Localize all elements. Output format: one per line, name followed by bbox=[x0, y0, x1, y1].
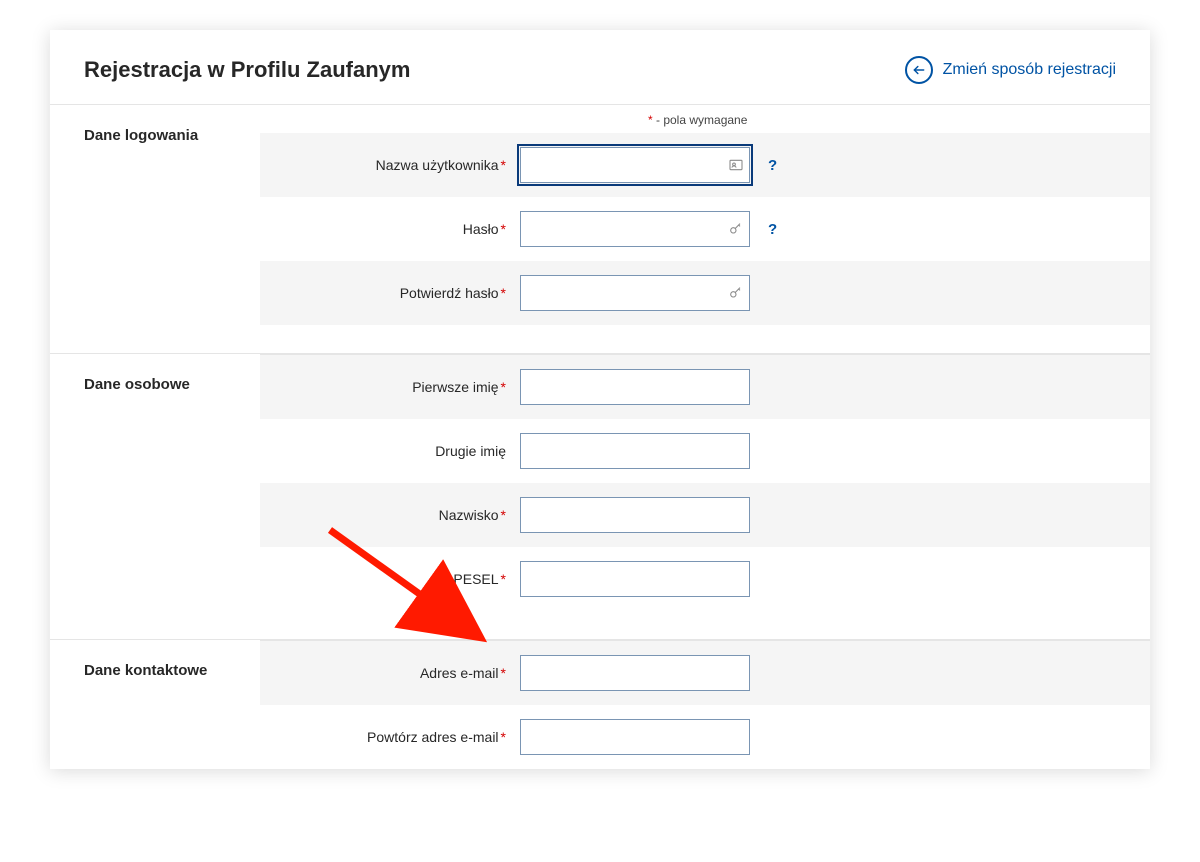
confirm-password-input[interactable] bbox=[520, 275, 750, 311]
row-password: Hasło* ? bbox=[260, 197, 1150, 261]
contact-card-icon bbox=[728, 157, 744, 173]
label-password: Hasło* bbox=[280, 221, 520, 237]
pesel-input[interactable] bbox=[520, 561, 750, 597]
key-icon bbox=[728, 221, 744, 237]
row-pesel: PESEL* bbox=[260, 547, 1150, 611]
section-contact-title: Dane kontaktowe bbox=[50, 639, 260, 769]
section-login-title: Dane logowania bbox=[50, 104, 260, 353]
registration-panel: Rejestracja w Profilu Zaufanym Zmień spo… bbox=[50, 30, 1150, 769]
label-email-repeat: Powtórz adres e-mail* bbox=[280, 729, 520, 745]
change-registration-method-link[interactable]: Zmień sposób rejestracji bbox=[905, 56, 1116, 84]
email-repeat-input[interactable] bbox=[520, 719, 750, 755]
required-fields-note: * - pola wymagane bbox=[260, 104, 1150, 133]
label-email: Adres e-mail* bbox=[280, 665, 520, 681]
section-contact-body: Adres e-mail* Powtórz adres e-mail* bbox=[260, 640, 1150, 769]
section-personal: Dane osobowe Pierwsze imię* Drugie imię bbox=[50, 353, 1150, 639]
header-row: Rejestracja w Profilu Zaufanym Zmień spo… bbox=[50, 30, 1150, 104]
row-first-name: Pierwsze imię* bbox=[260, 355, 1150, 419]
change-method-label: Zmień sposób rejestracji bbox=[943, 61, 1116, 79]
label-surname: Nazwisko* bbox=[280, 507, 520, 523]
page-title: Rejestracja w Profilu Zaufanym bbox=[84, 57, 410, 83]
row-confirm-password: Potwierdź hasło* bbox=[260, 261, 1150, 325]
label-confirm-password: Potwierdź hasło* bbox=[280, 285, 520, 301]
section-personal-title: Dane osobowe bbox=[50, 353, 260, 639]
section-personal-body: Pierwsze imię* Drugie imię Nazwisko* bbox=[260, 354, 1150, 639]
section-login-body: * - pola wymagane Nazwa użytkownika* bbox=[260, 105, 1150, 353]
password-input[interactable] bbox=[520, 211, 750, 247]
row-username: Nazwa użytkownika* ? bbox=[260, 133, 1150, 197]
first-name-input[interactable] bbox=[520, 369, 750, 405]
label-username: Nazwa użytkownika* bbox=[280, 157, 520, 173]
label-second-name: Drugie imię bbox=[280, 443, 520, 459]
row-surname: Nazwisko* bbox=[260, 483, 1150, 547]
row-email: Adres e-mail* bbox=[260, 641, 1150, 705]
username-input[interactable] bbox=[520, 147, 750, 183]
surname-input[interactable] bbox=[520, 497, 750, 533]
section-contact: Dane kontaktowe Adres e-mail* Powtórz ad… bbox=[50, 639, 1150, 769]
label-pesel: PESEL* bbox=[280, 571, 520, 587]
help-username[interactable]: ? bbox=[768, 157, 777, 174]
help-password[interactable]: ? bbox=[768, 221, 777, 238]
email-input[interactable] bbox=[520, 655, 750, 691]
row-second-name: Drugie imię bbox=[260, 419, 1150, 483]
back-arrow-icon bbox=[905, 56, 933, 84]
second-name-input[interactable] bbox=[520, 433, 750, 469]
section-login: Dane logowania * - pola wymagane Nazwa u… bbox=[50, 104, 1150, 353]
label-first-name: Pierwsze imię* bbox=[280, 379, 520, 395]
key-icon bbox=[728, 285, 744, 301]
row-email-repeat: Powtórz adres e-mail* bbox=[260, 705, 1150, 769]
